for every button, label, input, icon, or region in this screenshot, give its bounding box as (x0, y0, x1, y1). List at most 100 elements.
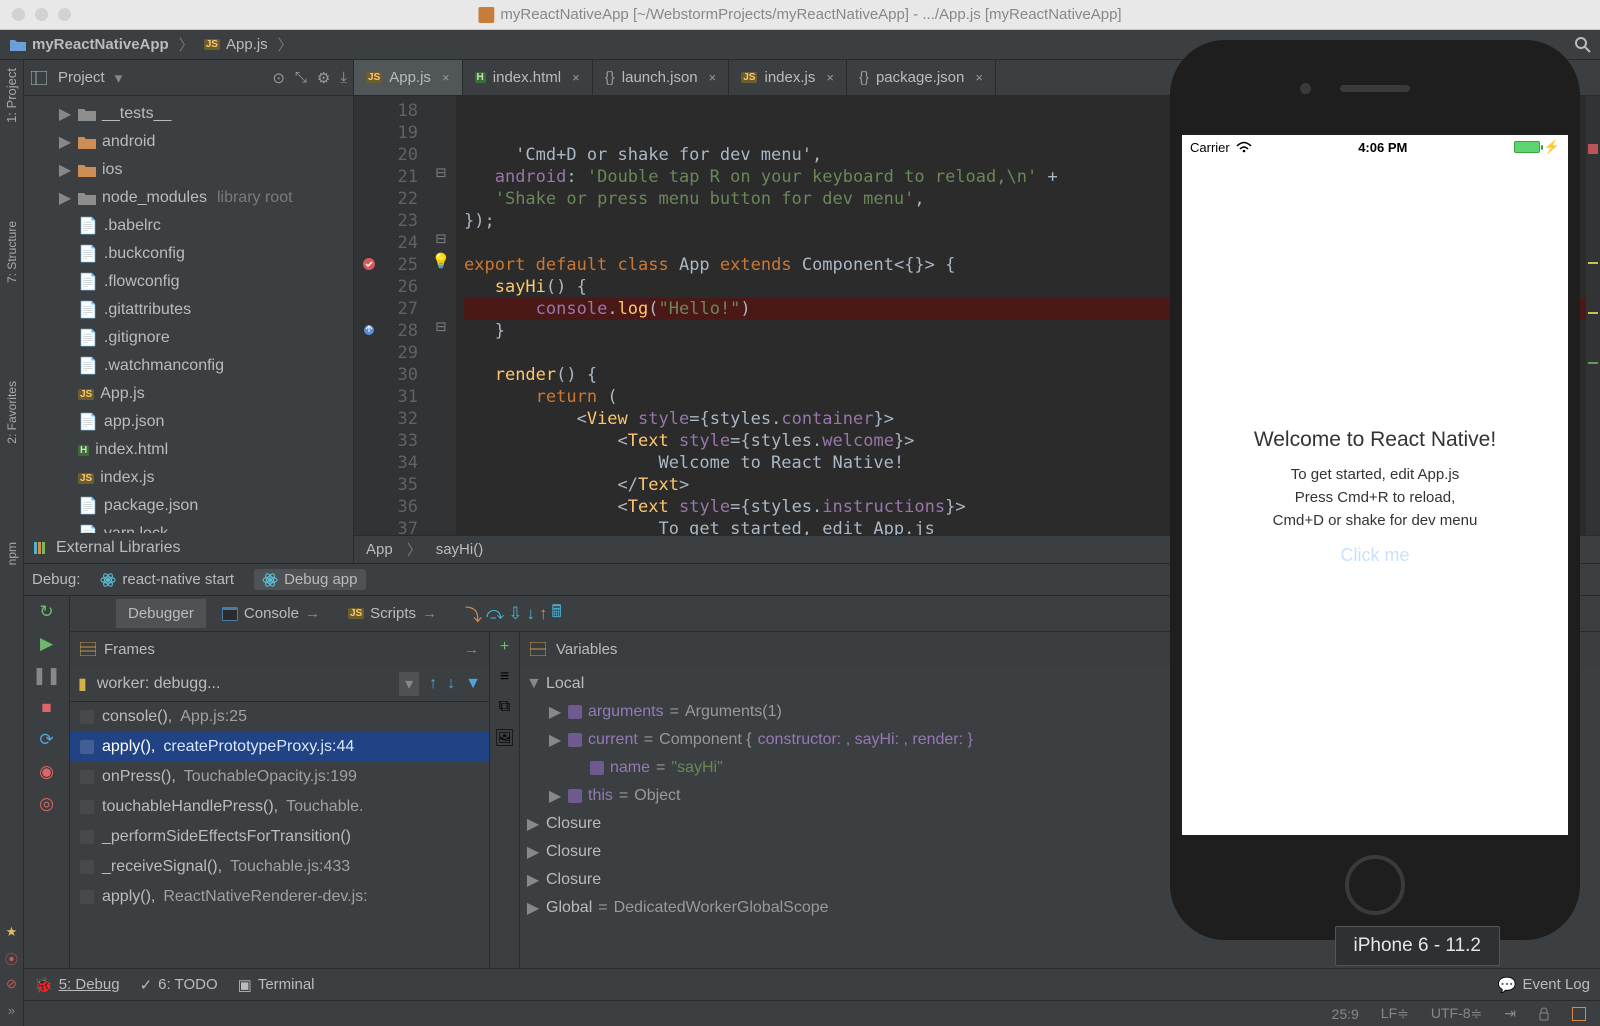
caret-position[interactable]: 25:9 (1332, 1006, 1359, 1022)
project-view-icon[interactable] (30, 69, 48, 87)
stack-frame[interactable]: apply(), createPrototypeProxy.js:44 (70, 732, 489, 762)
search-icon[interactable] (1566, 30, 1600, 60)
circle-icon[interactable]: ⦿ (4, 950, 20, 966)
tree-item[interactable]: 📄app.json (30, 408, 353, 436)
project-tree[interactable]: ▶__tests__▶android▶ios▶node_moduleslibra… (24, 96, 353, 533)
resume-icon[interactable]: ▶ (37, 634, 57, 654)
stack-frame[interactable]: _receiveSignal(), Touchable.js:433 (70, 852, 489, 882)
tab-structure[interactable]: 7: Structure (3, 217, 21, 287)
breadcrumb[interactable]: JS App.js (204, 36, 268, 53)
tree-item[interactable]: JSindex.js (30, 464, 353, 492)
close-tab-icon[interactable]: × (975, 70, 983, 85)
image-icon[interactable]: 🖼 (494, 728, 514, 748)
breadcrumb-file[interactable]: App.js (226, 36, 268, 53)
tree-item[interactable]: JSApp.js (30, 380, 353, 408)
tab-event-log[interactable]: 💬 Event Log (1498, 976, 1590, 994)
collapse-icon[interactable]: » (4, 1002, 20, 1018)
close-tab-icon[interactable]: × (709, 70, 717, 85)
editor-tab[interactable]: JSApp.js× (354, 60, 463, 95)
encoding[interactable]: UTF-8≑ (1431, 1005, 1482, 1022)
tree-item[interactable]: 📄package.json (30, 492, 353, 520)
collapse-all-icon[interactable]: ⤡ (295, 69, 307, 87)
tree-item[interactable]: ▶android (30, 128, 353, 156)
minimize-window-icon[interactable] (35, 8, 48, 21)
tree-item[interactable]: 📄.buckconfig (30, 240, 353, 268)
breadcrumb[interactable]: myReactNativeApp (10, 36, 169, 53)
tab-scripts[interactable]: JS Scripts→ (336, 599, 449, 628)
tree-item[interactable]: 📄.flowconfig (30, 268, 353, 296)
prev-frame-icon[interactable]: ↑ (429, 675, 437, 693)
close-window-icon[interactable] (12, 8, 25, 21)
gear-icon[interactable]: ⚙ (317, 69, 330, 87)
simulator-device-label[interactable]: iPhone 6 - 11.2 (1335, 926, 1500, 966)
filter-icon[interactable]: ▼ (465, 675, 481, 693)
hide-icon[interactable]: ⤓ (340, 69, 347, 87)
rerun-icon[interactable]: ↻ (37, 602, 57, 622)
traffic-lights[interactable] (0, 8, 71, 21)
crumb-class[interactable]: App (366, 541, 393, 558)
tab-debugger[interactable]: Debugger (116, 599, 206, 628)
editor-tab[interactable]: Hindex.html× (463, 60, 593, 95)
tree-item[interactable]: 📄.watchmanconfig (30, 352, 353, 380)
editor-tab[interactable]: {}package.json× (847, 60, 996, 95)
stack-frame[interactable]: apply(), ReactNativeRenderer-dev.js: (70, 882, 489, 912)
indent-indicator[interactable]: ⇥ (1504, 1005, 1516, 1022)
tree-item[interactable]: 📄.gitattributes (30, 296, 353, 324)
stack-frame[interactable]: onPress(), TouchableOpacity.js:199 (70, 762, 489, 792)
editor-tab[interactable]: JSindex.js× (729, 60, 847, 95)
simulator-screen[interactable]: Carrier 4:06 PM ⚡ Welcome to React Nativ… (1182, 135, 1568, 835)
chevron-down-icon[interactable]: ▾ (399, 672, 419, 696)
stack-frame[interactable]: touchableHandlePress(), Touchable. (70, 792, 489, 822)
crumb-method[interactable]: sayHi() (436, 541, 484, 558)
copy-icon[interactable]: ⧉ (499, 698, 510, 716)
step-over-icon[interactable]: ⤼ (486, 604, 504, 624)
tree-item[interactable]: 📄yarn.lock (30, 520, 353, 533)
tab-debug[interactable]: 🐞 5: Debug (34, 976, 120, 994)
tree-item[interactable]: ▶ios (30, 156, 353, 184)
tree-item[interactable]: ▶node_moduleslibrary root (30, 184, 353, 212)
step-into-icon[interactable]: ⇩ (508, 604, 522, 624)
target-icon[interactable]: ⊙ (272, 69, 285, 87)
run-config-debug-app[interactable]: Debug app (254, 569, 365, 590)
error-stripe[interactable] (1586, 96, 1600, 535)
tree-item[interactable]: ▶__tests__ (30, 100, 353, 128)
editor-tab[interactable]: {}launch.json× (593, 60, 730, 95)
star-icon[interactable]: ★ (4, 924, 20, 940)
stop-icon[interactable]: ■ (37, 698, 57, 718)
close-tab-icon[interactable]: × (826, 70, 834, 85)
run-config-react-native[interactable]: react-native start (92, 569, 242, 590)
new-expr-icon[interactable]: ≡ (500, 668, 509, 686)
warning-tick-icon[interactable] (1588, 312, 1598, 314)
hector-icon[interactable] (1572, 1007, 1586, 1021)
mute-breakpoints-icon[interactable]: ◎ (37, 794, 57, 814)
thread-selector[interactable]: ▮ worker: debugg... ▾ ↑ ↓ ▼ (70, 666, 489, 702)
restart-icon[interactable]: ⟳ (37, 730, 57, 750)
lock-icon[interactable] (1538, 1007, 1550, 1021)
evaluate-icon[interactable]: 🖩 (551, 599, 561, 628)
close-tab-icon[interactable]: × (442, 70, 450, 85)
block-icon[interactable]: ⊘ (4, 976, 20, 992)
close-tab-icon[interactable]: × (572, 70, 580, 85)
add-watch-icon[interactable]: + (500, 638, 509, 656)
pause-icon[interactable]: ❚❚ (37, 666, 57, 686)
breadcrumb-root[interactable]: myReactNativeApp (32, 36, 169, 53)
show-execution-icon[interactable]: ⤵ (465, 601, 482, 626)
home-button[interactable] (1345, 855, 1405, 915)
tree-item[interactable]: Hindex.html (30, 436, 353, 464)
pin-icon[interactable]: → (464, 641, 479, 658)
view-breakpoints-icon[interactable]: ◉ (37, 762, 57, 782)
tab-todo[interactable]: ✓ 6: TODO (140, 976, 218, 994)
zoom-window-icon[interactable] (58, 8, 71, 21)
error-marker-icon[interactable] (1588, 144, 1598, 154)
step-out-icon[interactable]: ↑ (539, 604, 548, 624)
click-me-button[interactable]: Click me (1340, 545, 1409, 566)
warning-tick-icon[interactable] (1588, 262, 1598, 264)
tab-favorites[interactable]: 2: Favorites (3, 377, 21, 448)
next-frame-icon[interactable]: ↓ (447, 675, 455, 693)
ok-tick-icon[interactable] (1588, 362, 1598, 364)
step-into-my-icon[interactable]: ↓ (526, 604, 535, 624)
tree-item[interactable]: 📄.gitignore (30, 324, 353, 352)
chevron-down-icon[interactable]: ▾ (115, 69, 123, 87)
gutter-line-numbers[interactable]: 1819202122232425262728293031323334353637 (354, 96, 426, 535)
tab-terminal[interactable]: ▣ Terminal (238, 976, 315, 994)
